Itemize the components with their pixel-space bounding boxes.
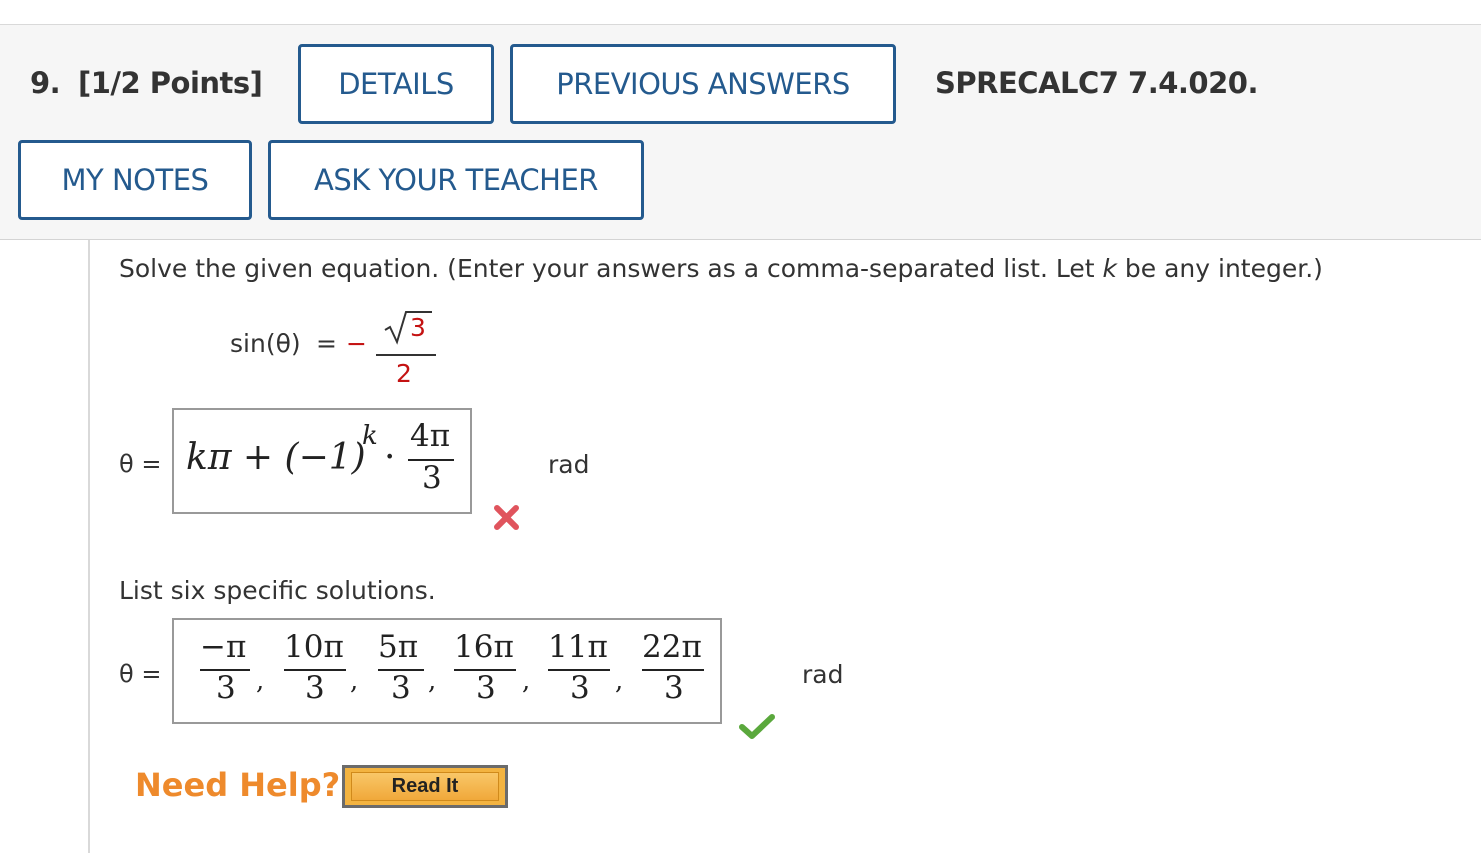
- equation-equals: =: [316, 329, 337, 358]
- prompt-variable-k: k: [1102, 254, 1117, 283]
- square-root-icon: [384, 311, 432, 345]
- list-solutions-prompt: List six specific solutions.: [119, 576, 436, 605]
- solution-2-numerator: 10π: [284, 629, 344, 665]
- equation-fraction-bar: [376, 354, 436, 356]
- separator-comma: ,: [428, 666, 437, 696]
- specific-solutions-input[interactable]: [172, 618, 722, 724]
- solution-6-denominator: 3: [664, 670, 684, 706]
- prompt-text-end: be any integer.): [1116, 254, 1323, 283]
- general-solution-dot: ·: [384, 437, 396, 478]
- equation-lhs: sin(θ): [230, 329, 301, 358]
- general-solution-exponent: k: [362, 421, 378, 451]
- equation-minus: −: [346, 329, 367, 358]
- question-prompt: Solve the given equation. (Enter your an…: [119, 254, 1323, 283]
- my-notes-button[interactable]: MY NOTES: [18, 140, 252, 220]
- solution-3-denominator: 3: [391, 670, 411, 706]
- general-solution-fraction-numerator: 4π: [410, 418, 451, 454]
- theta-label-general: θ =: [119, 450, 162, 478]
- solution-5-denominator: 3: [570, 670, 590, 706]
- general-solution-unit: rad: [548, 450, 590, 479]
- specific-solutions-unit: rad: [802, 660, 844, 689]
- question-number: 9.: [30, 66, 61, 100]
- content-left-border: [88, 240, 90, 853]
- general-solution-main-term: kπ + (−1): [186, 437, 366, 478]
- general-solution-fraction-denominator: 3: [422, 460, 442, 496]
- solution-4-denominator: 3: [476, 670, 496, 706]
- separator-comma: ,: [350, 666, 359, 696]
- separator-comma: ,: [522, 666, 531, 696]
- previous-answers-button[interactable]: PREVIOUS ANSWERS: [510, 44, 896, 124]
- solution-4-numerator: 16π: [454, 629, 514, 665]
- theta-label-specific: θ =: [119, 660, 162, 688]
- prompt-text-start: Solve the given equation. (Enter your an…: [119, 254, 1103, 283]
- need-help-label: Need Help?: [135, 766, 341, 804]
- ask-your-teacher-button[interactable]: ASK YOUR TEACHER: [268, 140, 644, 220]
- solution-5-numerator: 11π: [548, 629, 608, 665]
- solution-1-numerator: −π: [200, 629, 247, 665]
- incorrect-x-icon: [494, 505, 519, 530]
- question-points: [1/2 Points]: [78, 66, 263, 100]
- equation-denominator: 2: [396, 359, 412, 388]
- solution-2-denominator: 3: [305, 670, 325, 706]
- read-it-label: Read It: [351, 772, 499, 801]
- separator-comma: ,: [256, 666, 265, 696]
- correct-check-icon: [739, 714, 775, 739]
- question-code: SPRECALC7 7.4.020.: [935, 66, 1259, 100]
- solution-1-denominator: 3: [216, 670, 236, 706]
- solution-6-numerator: 22π: [642, 629, 702, 665]
- equation-numerator: 3: [410, 313, 426, 342]
- solution-3-numerator: 5π: [378, 629, 419, 665]
- read-it-button[interactable]: Read It: [342, 765, 508, 808]
- separator-comma: ,: [615, 666, 624, 696]
- details-button[interactable]: DETAILS: [298, 44, 494, 124]
